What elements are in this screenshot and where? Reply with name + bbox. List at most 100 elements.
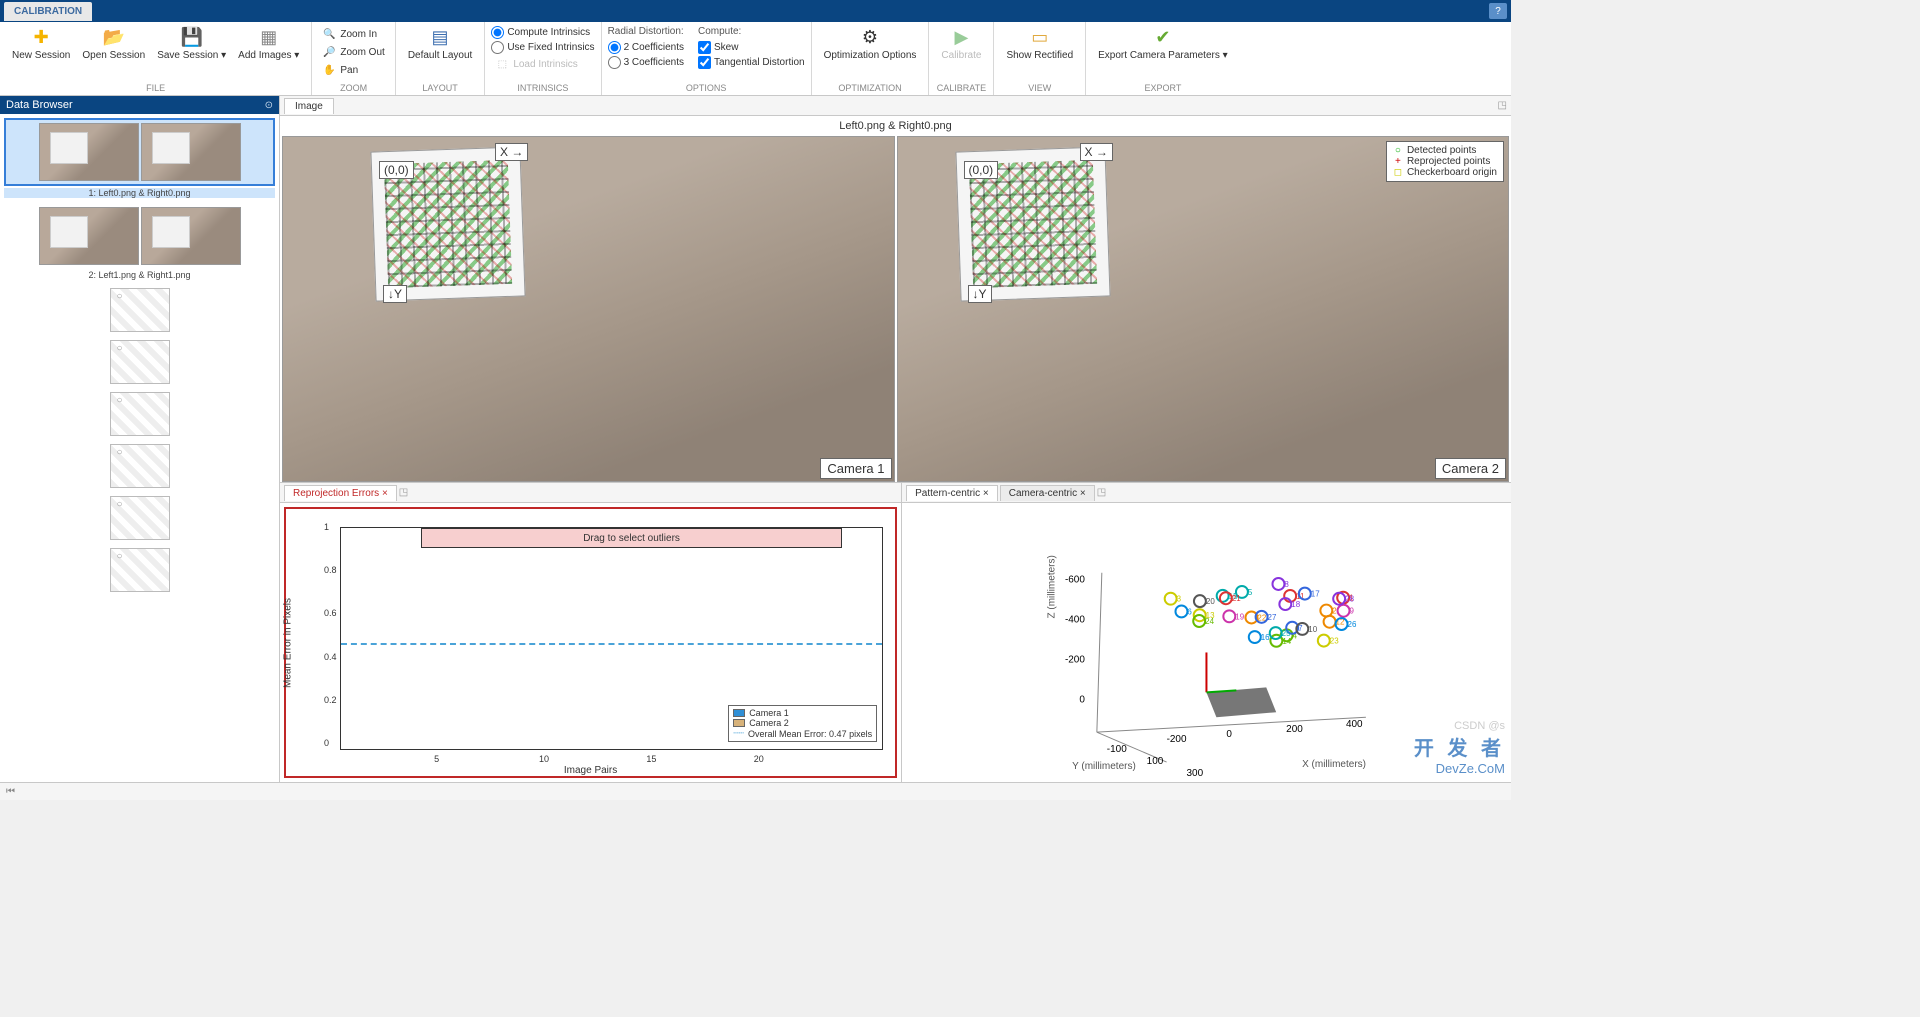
chart-legend: Camera 1 Camera 2 ┄┄Overall Mean Error: … [728, 705, 877, 742]
dock-icon[interactable]: ◳ [399, 487, 408, 498]
group-title-export: EXPORT [1086, 82, 1240, 95]
thumbnail-placeholder [110, 288, 170, 332]
group-optimization: ⚙ Optimization Options OPTIMIZATION [812, 22, 930, 95]
group-file: ✚ New Session 📂 Open Session 💾 Save Sess… [0, 22, 312, 95]
thumbnail-item[interactable]: 1: Left0.png & Right0.png [4, 118, 275, 198]
drag-hint: Drag to select outliers [421, 528, 842, 548]
reprojection-chart[interactable]: Mean Error in Pixels Image Pairs 00.20.4… [284, 507, 897, 778]
camera-1-view[interactable]: (0,0) X → ↓Y Camera 1 [282, 136, 895, 482]
thumbnail-placeholder [110, 496, 170, 540]
default-layout-button[interactable]: ▤ Default Layout [402, 24, 479, 64]
group-title-calibrate: CALIBRATE [929, 82, 993, 95]
checkbox-skew[interactable]: Skew [698, 41, 805, 54]
close-icon[interactable]: × [1080, 488, 1086, 499]
toolstrip-tab-calibration[interactable]: CALIBRATION [4, 2, 92, 21]
svg-text:28: 28 [1345, 595, 1354, 604]
load-intrinsics-button: ⬚Load Intrinsics [491, 56, 594, 72]
svg-text:-400: -400 [1065, 615, 1085, 626]
zoom-in-button[interactable]: 🔍Zoom In [318, 26, 388, 42]
data-browser-panel: Data Browser ⊙ 1: Left0.png & Right0.png… [0, 96, 280, 782]
group-title-options: OPTIONS [602, 82, 811, 95]
tab-reprojection-errors[interactable]: Reprojection Errors × [284, 485, 397, 501]
extrinsics-panel: Pattern-centric × Camera-centric × ◳ [902, 483, 1511, 782]
export-camera-parameters-button[interactable]: ✔ Export Camera Parameters ▾ [1092, 24, 1234, 64]
image-tab-row: Image ◳ [280, 96, 1511, 116]
pan-button[interactable]: ✋Pan [318, 62, 388, 78]
3d-extrinsics-view[interactable]: 1234567891011121314151617181920212223242… [902, 503, 1511, 782]
dock-icon[interactable]: ◳ [1498, 100, 1507, 111]
svg-text:-200: -200 [1065, 654, 1085, 665]
svg-text:8: 8 [1285, 580, 1290, 589]
optimization-options-button[interactable]: ⚙ Optimization Options [818, 24, 923, 64]
group-options: Radial Distortion: 2 Coefficients 3 Coef… [602, 22, 812, 95]
open-session-button[interactable]: 📂 Open Session [76, 24, 151, 64]
calibrate-button: ▶ Calibrate [935, 24, 987, 64]
radio-2-coefficients[interactable]: 2 Coefficients [608, 41, 684, 54]
x-axis-label: X → [495, 143, 528, 161]
thumbnail-item[interactable]: 2: Left1.png & Right1.png [4, 204, 275, 280]
tab-image[interactable]: Image [284, 98, 334, 114]
data-browser-title: Data Browser [6, 99, 73, 111]
check-icon: ✔ [1152, 26, 1174, 48]
x-axis-label: X → [1080, 143, 1113, 161]
zoom-out-button[interactable]: 🔎Zoom Out [318, 44, 388, 60]
toolstrip: ✚ New Session 📂 Open Session 💾 Save Sess… [0, 22, 1511, 96]
svg-text:0: 0 [1226, 729, 1232, 740]
chart-ylabel: Mean Error in Pixels [283, 597, 294, 687]
plus-icon: ✚ [30, 26, 52, 48]
origin-label: (0,0) [379, 161, 414, 179]
group-intrinsics: Compute Intrinsics Use Fixed Intrinsics … [485, 22, 601, 95]
svg-text:2: 2 [1332, 607, 1337, 616]
svg-text:-200: -200 [1167, 734, 1187, 745]
thumbnail-placeholder [110, 392, 170, 436]
thumbnail-placeholder [110, 444, 170, 488]
radio-3-coefficients[interactable]: 3 Coefficients [608, 56, 684, 69]
points-legend: ○Detected points +Reprojected points ◻Ch… [1386, 141, 1504, 182]
new-session-button[interactable]: ✚ New Session [6, 24, 76, 64]
save-session-button[interactable]: 💾 Save Session ▾ [151, 24, 232, 64]
group-zoom: 🔍Zoom In 🔎Zoom Out ✋Pan ZOOM [312, 22, 395, 95]
svg-text:16: 16 [1261, 633, 1270, 642]
dock-icon[interactable]: ◳ [1097, 487, 1106, 498]
checkbox-tangential[interactable]: Tangential Distortion [698, 56, 805, 69]
hand-icon: ✋ [322, 63, 336, 77]
svg-text:19: 19 [1235, 612, 1244, 621]
camera-2-label: Camera 2 [1435, 458, 1506, 479]
options-radial-label: Radial Distortion: [608, 26, 684, 37]
play-icon: ▶ [950, 26, 972, 48]
tab-pattern-centric[interactable]: Pattern-centric × [906, 485, 998, 501]
thumbnail-list[interactable]: 1: Left0.png & Right0.png2: Left1.png & … [0, 114, 279, 782]
help-button[interactable]: ? [1489, 3, 1507, 19]
tab-camera-centric[interactable]: Camera-centric × [1000, 485, 1095, 501]
svg-text:17: 17 [1311, 590, 1320, 599]
options-compute-label: Compute: [698, 26, 805, 37]
close-icon[interactable]: × [382, 488, 388, 499]
svg-text:3: 3 [1177, 595, 1182, 604]
radio-compute-intrinsics[interactable]: Compute Intrinsics [491, 26, 594, 39]
svg-text:6: 6 [1188, 607, 1193, 616]
svg-text:27: 27 [1268, 613, 1277, 622]
gear-icon: ⚙ [859, 26, 881, 48]
first-page-icon[interactable]: ⏮ [6, 786, 15, 797]
chart-xlabel: Image Pairs [564, 765, 617, 776]
add-images-button[interactable]: ▦ Add Images ▾ [232, 24, 305, 64]
close-icon[interactable]: × [983, 488, 989, 499]
title-tab-bar: CALIBRATION ? [0, 0, 1511, 22]
grid-icon: ▦ [258, 26, 280, 48]
show-rectified-button[interactable]: ▭ Show Rectified [1000, 24, 1079, 64]
svg-text:9: 9 [1350, 607, 1355, 616]
status-bar: ⏮ [0, 782, 1511, 800]
y-axis-label: ↓Y [383, 285, 407, 303]
camera-2-view[interactable]: (0,0) X → ↓Y ○Detected points +Reproject… [897, 136, 1510, 482]
x-axis-label: X (millimeters) [1302, 759, 1366, 770]
svg-text:14: 14 [1282, 637, 1291, 646]
thumbnail-placeholder [110, 548, 170, 592]
radio-use-fixed-intrinsics[interactable]: Use Fixed Intrinsics [491, 41, 594, 54]
svg-text:24: 24 [1205, 617, 1214, 626]
load-icon: ⬚ [495, 57, 509, 71]
svg-text:26: 26 [1348, 620, 1357, 629]
svg-text:21: 21 [1232, 594, 1241, 603]
group-title-optimization: OPTIMIZATION [812, 82, 929, 95]
collapse-icon[interactable]: ⊙ [265, 100, 273, 111]
svg-text:200: 200 [1286, 724, 1303, 735]
